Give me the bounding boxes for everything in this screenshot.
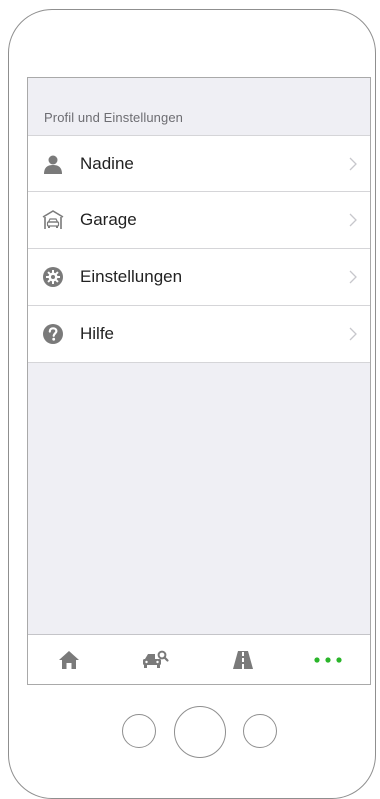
tab-bar: [28, 634, 370, 684]
hardware-right-button[interactable]: [243, 714, 277, 748]
tab-more[interactable]: [298, 635, 358, 684]
road-icon: [233, 650, 253, 669]
tab-car-search[interactable]: [126, 635, 186, 684]
help-icon: [42, 323, 64, 345]
chevron-right-icon: [349, 327, 357, 341]
settings-item-label: Garage: [80, 210, 137, 229]
chevron-right-icon: [349, 213, 357, 227]
garage-icon: [42, 209, 64, 231]
chevron-right-icon: [349, 157, 357, 170]
home-icon: [59, 650, 79, 669]
tab-road[interactable]: [213, 635, 273, 684]
settings-item-profile[interactable]: Nadine: [28, 135, 370, 192]
settings-item-label: Nadine: [80, 153, 134, 173]
settings-item-label: Einstellungen: [80, 267, 183, 286]
settings-item-garage[interactable]: Garage: [28, 192, 370, 249]
hardware-home-button[interactable]: [174, 706, 226, 758]
gear-icon: [42, 266, 64, 288]
hardware-left-button[interactable]: [122, 714, 156, 748]
app-screen: Profil und Einstellungen Nadine Garage E…: [27, 77, 371, 685]
car-search-icon: [143, 650, 169, 668]
chevron-right-icon: [349, 270, 357, 284]
more-dots-icon: [314, 656, 342, 663]
user-icon: [42, 153, 64, 175]
section-header: Profil und Einstellungen: [44, 110, 183, 125]
tab-home[interactable]: [39, 635, 99, 684]
settings-list: Nadine Garage Einstellungen Hilfe: [28, 135, 370, 363]
settings-item-label: Hilfe: [80, 324, 115, 343]
settings-item-einstellungen[interactable]: Einstellungen: [28, 249, 370, 306]
settings-item-hilfe[interactable]: Hilfe: [28, 306, 370, 363]
